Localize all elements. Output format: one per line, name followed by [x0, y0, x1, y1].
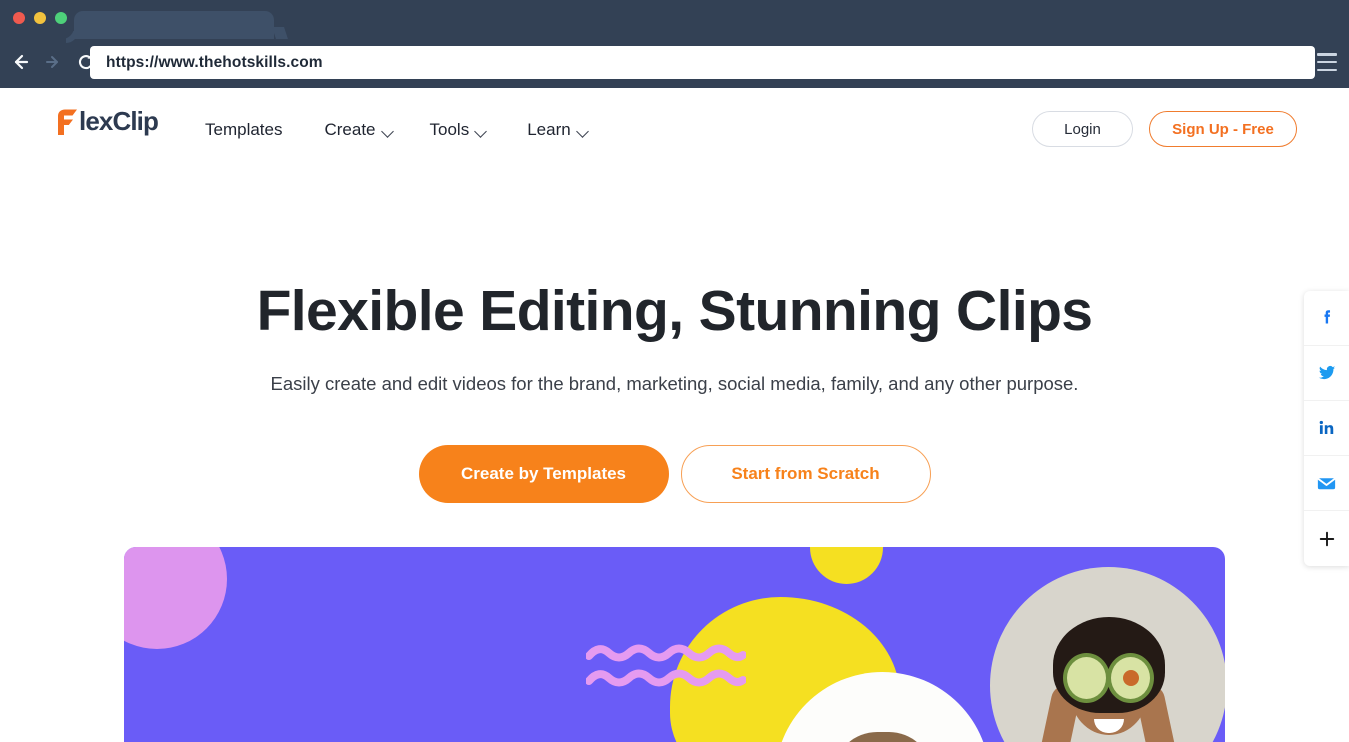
address-bar[interactable]: https://www.thehotskills.com	[90, 46, 1315, 79]
pink-blob-shape	[124, 547, 227, 649]
nav-label: Create	[324, 120, 376, 139]
flexclip-logo[interactable]: lexClip	[55, 106, 159, 137]
facebook-icon	[1324, 310, 1330, 324]
nav-item-tools[interactable]: Tools	[429, 120, 488, 140]
browser-menu-icon[interactable]	[1315, 51, 1339, 73]
create-by-templates-button[interactable]: Create by Templates	[418, 445, 669, 503]
share-facebook-button[interactable]	[1304, 291, 1349, 346]
child-hair	[834, 732, 931, 742]
address-bar-url: https://www.thehotskills.com	[106, 53, 323, 71]
share-email-button[interactable]	[1304, 456, 1349, 511]
nav-item-create[interactable]: Create	[324, 120, 394, 140]
page-content: lexClip Templates Create Tools Learn Log…	[0, 88, 1349, 742]
share-more-button[interactable]	[1304, 511, 1349, 566]
browser-tab[interactable]	[74, 11, 274, 39]
plus-icon	[1319, 531, 1334, 546]
window-traffic-lights	[13, 12, 67, 24]
browser-titlebar	[0, 0, 1349, 39]
share-twitter-button[interactable]	[1304, 346, 1349, 401]
avocado-half-icon	[1063, 653, 1110, 703]
start-from-scratch-button[interactable]: Start from Scratch	[680, 445, 931, 503]
menu-line	[1317, 68, 1337, 71]
linkedin-icon	[1319, 420, 1333, 434]
forward-icon[interactable]	[38, 47, 68, 77]
menu-line	[1317, 53, 1337, 56]
nav-label: Templates	[205, 120, 283, 139]
nav-item-learn[interactable]: Learn	[527, 120, 589, 140]
close-window-button[interactable]	[13, 12, 25, 24]
nav-label: Tools	[429, 120, 470, 139]
nav-item-templates[interactable]: Templates	[205, 120, 282, 140]
pink-squiggle-icon	[586, 644, 746, 662]
chevron-down-icon	[474, 125, 488, 138]
social-share-rail	[1304, 291, 1349, 566]
hero-subtitle: Easily create and edit videos for the br…	[270, 373, 1079, 394]
logo-f-icon	[58, 109, 77, 135]
email-icon	[1317, 477, 1336, 489]
login-button[interactable]: Login	[1032, 111, 1133, 147]
hero-title: Flexible Editing, Stunning Clips	[256, 279, 1093, 343]
signup-button[interactable]: Sign Up - Free	[1149, 111, 1297, 147]
maximize-window-button[interactable]	[55, 12, 67, 24]
share-linkedin-button[interactable]	[1304, 401, 1349, 456]
twitter-icon	[1318, 365, 1335, 380]
child-avocado-photo	[990, 567, 1225, 742]
site-header: lexClip Templates Create Tools Learn Log…	[0, 88, 1349, 174]
chevron-down-icon	[575, 125, 589, 138]
main-navigation: Templates Create Tools Learn	[205, 120, 589, 140]
browser-chrome: https://www.thehotskills.com	[0, 0, 1349, 88]
logo-wordmark: lexClip	[79, 106, 159, 136]
yellow-circle-shape	[810, 547, 883, 584]
chevron-down-icon	[380, 125, 394, 138]
auth-buttons: Login Sign Up - Free	[1032, 111, 1297, 147]
hero-cta-row: Create by Templates Start from Scratch	[0, 445, 1349, 503]
avocado-half-icon	[1107, 653, 1154, 703]
pink-squiggle-icon	[586, 669, 746, 687]
nav-label: Learn	[527, 120, 571, 139]
hero-banner-image[interactable]	[124, 547, 1225, 742]
minimize-window-button[interactable]	[34, 12, 46, 24]
back-icon[interactable]	[6, 47, 36, 77]
menu-line	[1317, 60, 1337, 64]
avocado-pit	[1122, 670, 1139, 686]
